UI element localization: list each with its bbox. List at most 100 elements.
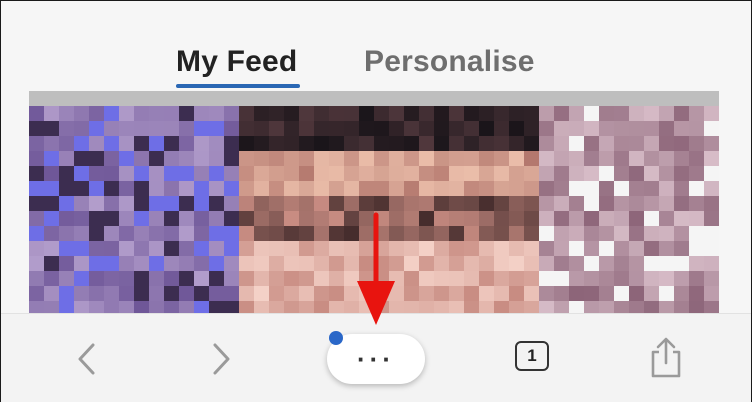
mosaic-cell [404,286,419,301]
mosaic-cell [164,301,179,313]
chevron-right-icon[interactable] [209,342,233,376]
mosaic-cell [254,241,269,256]
mosaic-cell [329,301,344,313]
mosaic-cell [554,286,569,301]
share-icon[interactable] [647,336,685,380]
mosaic-cell [659,226,674,241]
mosaic-cell [509,151,524,166]
mosaic-cell [224,91,239,106]
mosaic-cell [419,241,434,256]
mosaic-cell [329,211,344,226]
mosaic-cell [539,301,554,313]
mosaic-cell [689,226,704,241]
mosaic-cell [509,136,524,151]
mosaic-cell [479,151,494,166]
mosaic-cell [614,241,629,256]
mosaic-cell [299,151,314,166]
mosaic-cell [659,286,674,301]
mosaic-cell [74,211,89,226]
mosaic-cell [299,226,314,241]
mosaic-cell [554,241,569,256]
mosaic-cell [404,196,419,211]
mosaic-cell [599,301,614,313]
mosaic-cell [419,211,434,226]
mosaic-cell [389,151,404,166]
mosaic-cell [674,136,689,151]
mosaic-cell [119,106,134,121]
mosaic-cell [509,241,524,256]
mosaic-cell [554,136,569,151]
mosaic-cell [284,181,299,196]
mosaic-cell [194,121,209,136]
mosaic-cell [389,121,404,136]
mosaic-cell [479,196,494,211]
mosaic-cell [659,271,674,286]
mosaic-cell [74,136,89,151]
mosaic-cell [569,286,584,301]
mosaic-cell [239,226,254,241]
tab-personalise[interactable]: Personalise [364,45,535,79]
mosaic-cell [59,91,74,106]
mosaic-cell [539,106,554,121]
mosaic-cell [119,196,134,211]
mosaic-cell [179,226,194,241]
tab-my-feed[interactable]: My Feed [176,45,297,79]
mosaic-cell [419,151,434,166]
mosaic-cell [359,91,374,106]
mosaic-cell [149,91,164,106]
mosaic-cell [59,256,74,271]
mosaic-cell [359,136,374,151]
mosaic-cell [179,301,194,313]
mosaic-cell [629,226,644,241]
mosaic-cell [149,226,164,241]
tab-count-button[interactable]: 1 [515,341,549,371]
app-frame: My Feed Personalise ··· 1 [0,0,752,402]
mosaic-cell [269,181,284,196]
mosaic-cell [674,91,689,106]
mosaic-cell [89,106,104,121]
mosaic-cell [404,301,419,313]
mosaic-cell [164,241,179,256]
mosaic-cell [239,301,254,313]
mosaic-cell [284,136,299,151]
mosaic-cell [119,181,134,196]
mosaic-cell [359,196,374,211]
mosaic-cell [104,286,119,301]
mosaic-cell [254,181,269,196]
mosaic-cell [614,226,629,241]
mosaic-cell [524,211,539,226]
mosaic-cell [164,106,179,121]
mosaic-cell [509,256,524,271]
mosaic-cell [404,211,419,226]
mosaic-cell [194,136,209,151]
mosaic-cell [629,301,644,313]
mosaic-cell [29,286,44,301]
mosaic-cell [119,166,134,181]
mosaic-cell [314,106,329,121]
mosaic-cell [584,211,599,226]
mosaic-cell [119,226,134,241]
mosaic-cell [209,241,224,256]
mosaic-cell [449,106,464,121]
mosaic-cell [524,181,539,196]
mosaic-cell [509,121,524,136]
mosaic-cell [464,226,479,241]
chevron-left-icon[interactable] [75,342,99,376]
mosaic-cell [239,136,254,151]
mosaic-cell [329,241,344,256]
mosaic-cell [554,181,569,196]
mosaic-cell [209,181,224,196]
mosaic-cell [329,121,344,136]
mosaic-cell [569,91,584,106]
mosaic-cell [314,136,329,151]
mosaic-cell [584,241,599,256]
mosaic-cell [149,301,164,313]
mosaic-cell [689,121,704,136]
mosaic-cell [194,166,209,181]
mosaic-cell [104,301,119,313]
mosaic-cell [59,136,74,151]
mosaic-cell [434,151,449,166]
annotation-arrow-icon [357,212,395,325]
mosaic-cell [134,196,149,211]
mosaic-cell [569,136,584,151]
